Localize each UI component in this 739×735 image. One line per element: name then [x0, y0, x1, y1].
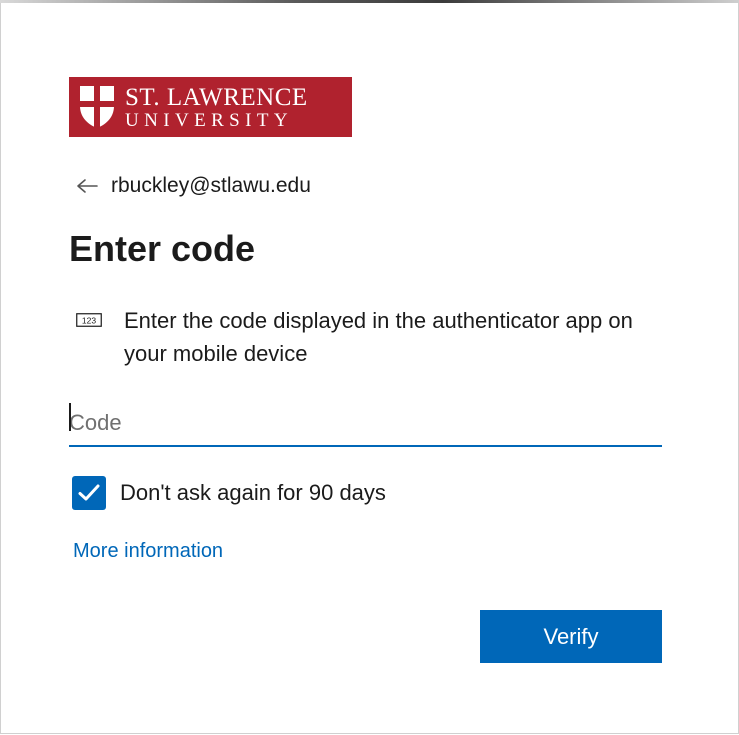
text-caret	[69, 403, 71, 431]
logo-line-1: ST. LAWRENCE	[125, 83, 308, 111]
dont-ask-again-checkbox[interactable]: Don't ask again for 90 days	[72, 476, 386, 510]
svg-text:123: 123	[82, 316, 96, 326]
user-email: rbuckley@stlawu.edu	[111, 174, 311, 197]
page-title: Enter code	[69, 228, 256, 269]
instruction-text: Enter the code displayed in the authenti…	[124, 308, 633, 366]
checkbox-label: Don't ask again for 90 days	[120, 480, 386, 505]
checkbox-box[interactable]	[72, 476, 106, 510]
more-information-link[interactable]: More information	[73, 540, 223, 563]
verify-button[interactable]: Verify	[480, 610, 662, 663]
university-logo: ST. LAWRENCE UNIVERSITY	[69, 77, 352, 137]
checkmark-icon	[78, 484, 100, 501]
shield-icon	[80, 86, 114, 128]
code-input[interactable]	[69, 400, 662, 447]
arrow-left-icon[interactable]	[76, 178, 98, 194]
numeric-code-icon: 123	[76, 313, 102, 327]
logo-line-2: UNIVERSITY	[125, 109, 293, 131]
identity-banner: rbuckley@stlawu.edu	[76, 172, 311, 200]
logo-wordmark: ST. LAWRENCE UNIVERSITY	[125, 85, 308, 130]
